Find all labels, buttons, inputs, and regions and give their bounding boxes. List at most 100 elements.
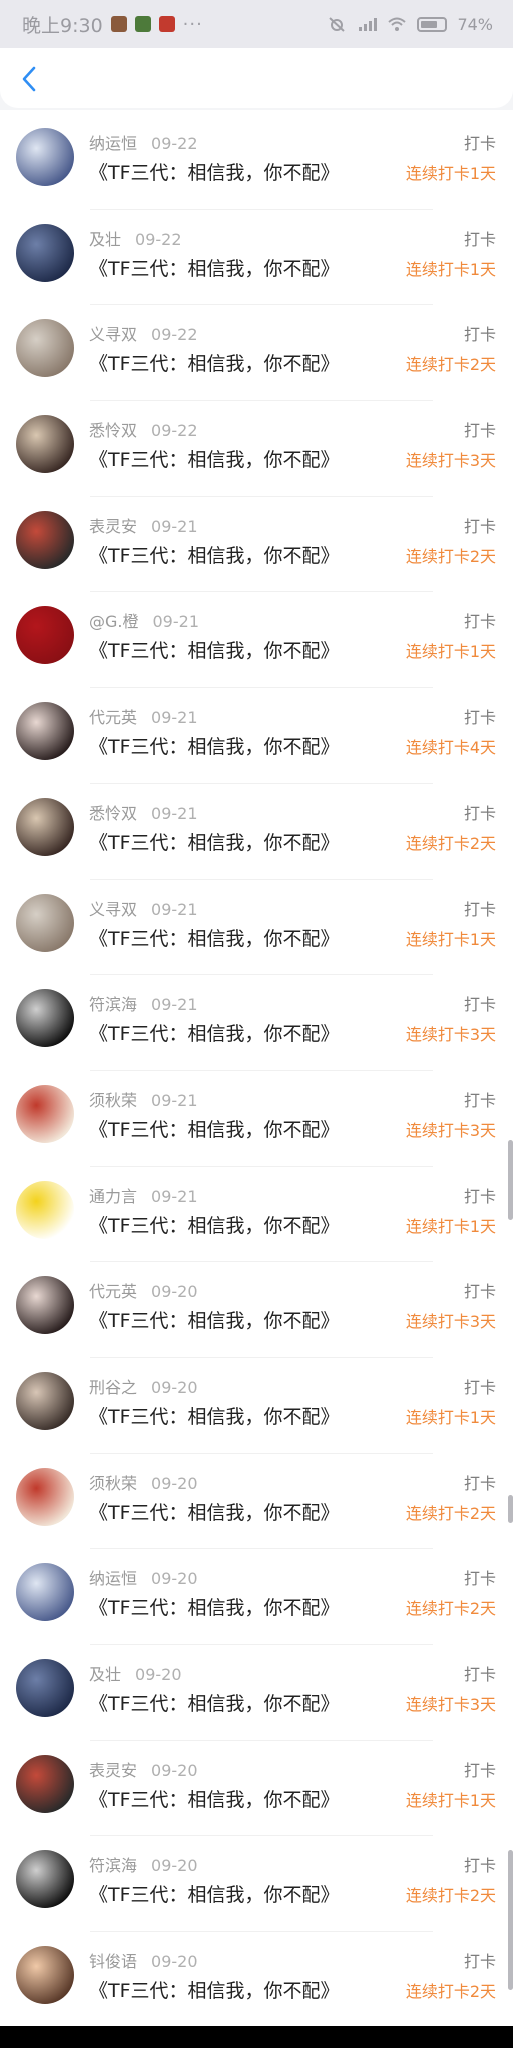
author-line: 通力言 09-21	[89, 1183, 198, 1207]
avatar[interactable]	[16, 128, 74, 186]
post-date: 09-21	[151, 899, 198, 919]
author-name[interactable]: 悉怜双	[89, 421, 137, 440]
scrollbar-thumb[interactable]	[508, 1495, 513, 1523]
avatar[interactable]	[16, 1754, 74, 1813]
list-item[interactable]: 钭俊语 09-20 《TF三代：相信我，你不配》 打卡 连续打卡2天	[0, 1932, 513, 2028]
author-name[interactable]: 纳运恒	[89, 134, 137, 153]
avatar[interactable]	[16, 893, 74, 952]
avatar[interactable]	[16, 319, 74, 378]
streak-label: 连续打卡1天	[405, 1790, 496, 1810]
book-title[interactable]: 《TF三代：相信我，你不配》	[89, 254, 340, 281]
author-name[interactable]: 表灵安	[89, 517, 137, 536]
list-item[interactable]: 纳运恒 09-20 《TF三代：相信我，你不配》 打卡 连续打卡2天	[0, 1549, 513, 1645]
book-title[interactable]: 《TF三代：相信我，你不配》	[89, 924, 340, 951]
author-name[interactable]: 代元英	[89, 708, 137, 727]
back-button[interactable]	[14, 62, 44, 96]
list-item[interactable]: 表灵安 09-20 《TF三代：相信我，你不配》 打卡 连续打卡1天	[0, 1741, 513, 1837]
author-name[interactable]: 须秋荣	[89, 1091, 137, 1110]
streak-label: 连续打卡3天	[405, 1312, 496, 1332]
author-name[interactable]: 纳运恒	[89, 1569, 137, 1588]
list-item[interactable]: 义寻双 09-22 《TF三代：相信我，你不配》 打卡 连续打卡2天	[0, 305, 513, 401]
book-title[interactable]: 《TF三代：相信我，你不配》	[89, 1880, 340, 1907]
avatar[interactable]	[16, 1946, 74, 2005]
author-name[interactable]: 须秋荣	[89, 1474, 137, 1493]
avatar[interactable]	[16, 1180, 74, 1239]
book-title[interactable]: 《TF三代：相信我，你不配》	[89, 1402, 340, 1429]
checkin-label: 打卡	[463, 1952, 496, 1972]
avatar[interactable]	[16, 1371, 74, 1430]
avatar[interactable]	[16, 223, 74, 282]
checkin-label: 打卡	[463, 1569, 496, 1589]
author-line: 刑谷之 09-20	[89, 1374, 198, 1398]
checkin-label: 打卡	[463, 1665, 496, 1684]
scrollbar-thumb[interactable]	[508, 1140, 513, 1220]
author-name[interactable]: 代元英	[89, 1282, 137, 1301]
book-title[interactable]: 《TF三代：相信我，你不配》	[89, 1689, 340, 1716]
avatar[interactable]	[16, 702, 74, 761]
avatar[interactable]	[16, 989, 74, 1048]
avatar[interactable]	[16, 510, 74, 569]
more-notifications-icon: ···	[182, 13, 203, 35]
author-line: 表灵安 09-21	[89, 513, 198, 537]
book-title[interactable]: 《TF三代：相信我，你不配》	[89, 541, 340, 568]
book-title[interactable]: 《TF三代：相信我，你不配》	[89, 1019, 340, 1046]
author-name[interactable]: 表灵安	[89, 1761, 137, 1780]
checkin-label: 打卡	[463, 1856, 496, 1876]
avatar[interactable]	[16, 606, 74, 665]
list-item[interactable]: 须秋荣 09-21 《TF三代：相信我，你不配》 打卡 连续打卡3天	[0, 1071, 513, 1167]
list-item[interactable]: @G.橙 09-21 《TF三代：相信我，你不配》 打卡 连续打卡1天	[0, 592, 513, 688]
list-item[interactable]: 代元英 09-21 《TF三代：相信我，你不配》 打卡 连续打卡4天	[0, 688, 513, 784]
scrollbar-thumb[interactable]	[508, 1850, 513, 1990]
book-title[interactable]: 《TF三代：相信我，你不配》	[89, 158, 340, 185]
book-title[interactable]: 《TF三代：相信我，你不配》	[89, 636, 340, 663]
book-title[interactable]: 《TF三代：相信我，你不配》	[89, 1211, 340, 1238]
author-name[interactable]: 符滨海	[89, 995, 137, 1014]
list-item[interactable]: 须秋荣 09-20 《TF三代：相信我，你不配》 打卡 连续打卡2天	[0, 1454, 513, 1550]
avatar[interactable]	[16, 415, 74, 474]
list-item[interactable]: 代元英 09-20 《TF三代：相信我，你不配》 打卡 连续打卡3天	[0, 1262, 513, 1358]
list-item[interactable]: 悉怜双 09-22 《TF三代：相信我，你不配》 打卡 连续打卡3天	[0, 401, 513, 497]
book-title[interactable]: 《TF三代：相信我，你不配》	[89, 1976, 340, 2003]
avatar[interactable]	[16, 797, 74, 856]
author-name[interactable]: 符滨海	[89, 1856, 137, 1875]
author-name[interactable]: 悉怜双	[89, 804, 137, 823]
author-name[interactable]: 及壮	[89, 1665, 121, 1684]
author-name[interactable]: 及壮	[89, 230, 121, 249]
book-title[interactable]: 《TF三代：相信我，你不配》	[89, 828, 340, 855]
list-item[interactable]: 符滨海 09-21 《TF三代：相信我，你不配》 打卡 连续打卡3天	[0, 975, 513, 1071]
book-title[interactable]: 《TF三代：相信我，你不配》	[89, 732, 340, 759]
list-item[interactable]: 通力言 09-21 《TF三代：相信我，你不配》 打卡 连续打卡1天	[0, 1167, 513, 1263]
checkin-label: 打卡	[463, 516, 496, 536]
author-name[interactable]: 义寻双	[89, 325, 137, 344]
list-item[interactable]: 义寻双 09-21 《TF三代：相信我，你不配》 打卡 连续打卡1天	[0, 880, 513, 976]
book-title[interactable]: 《TF三代：相信我，你不配》	[89, 1593, 340, 1620]
author-name[interactable]: 通力言	[89, 1187, 137, 1206]
book-title[interactable]: 《TF三代：相信我，你不配》	[89, 1306, 340, 1333]
author-name[interactable]: 刑谷之	[89, 1378, 137, 1397]
avatar[interactable]	[16, 1659, 74, 1717]
avatar[interactable]	[16, 1563, 74, 1622]
author-name[interactable]: @G.橙	[89, 612, 139, 631]
list-item[interactable]: 表灵安 09-21 《TF三代：相信我，你不配》 打卡 连续打卡2天	[0, 497, 513, 593]
avatar[interactable]	[16, 1084, 74, 1143]
book-title[interactable]: 《TF三代：相信我，你不配》	[89, 1115, 340, 1142]
list-item[interactable]: 符滨海 09-20 《TF三代：相信我，你不配》 打卡 连续打卡2天	[0, 1836, 513, 1932]
author-name[interactable]: 钭俊语	[89, 1952, 137, 1971]
list-item[interactable]: 纳运恒 09-22 《TF三代：相信我，你不配》 打卡 连续打卡1天	[0, 114, 513, 210]
post-date: 09-21	[151, 1186, 198, 1206]
avatar[interactable]	[16, 1850, 74, 1909]
book-title[interactable]: 《TF三代：相信我，你不配》	[89, 445, 340, 472]
list-item[interactable]: 刑谷之 09-20 《TF三代：相信我，你不配》 打卡 连续打卡1天	[0, 1358, 513, 1454]
list-item[interactable]: 及壮 09-20 《TF三代：相信我，你不配》 打卡 连续打卡3天	[0, 1645, 513, 1741]
streak-label: 连续打卡3天	[405, 451, 496, 471]
book-title[interactable]: 《TF三代：相信我，你不配》	[89, 1498, 340, 1525]
nav-header	[0, 48, 513, 110]
book-title[interactable]: 《TF三代：相信我，你不配》	[89, 349, 340, 376]
checkin-label: 打卡	[463, 325, 496, 345]
book-title[interactable]: 《TF三代：相信我，你不配》	[89, 1785, 340, 1812]
author-name[interactable]: 义寻双	[89, 900, 137, 919]
list-item[interactable]: 悉怜双 09-21 《TF三代：相信我，你不配》 打卡 连续打卡2天	[0, 784, 513, 880]
avatar[interactable]	[16, 1276, 74, 1335]
avatar[interactable]	[16, 1467, 74, 1526]
list-item[interactable]: 及壮 09-22 《TF三代：相信我，你不配》 打卡 连续打卡1天	[0, 210, 513, 306]
